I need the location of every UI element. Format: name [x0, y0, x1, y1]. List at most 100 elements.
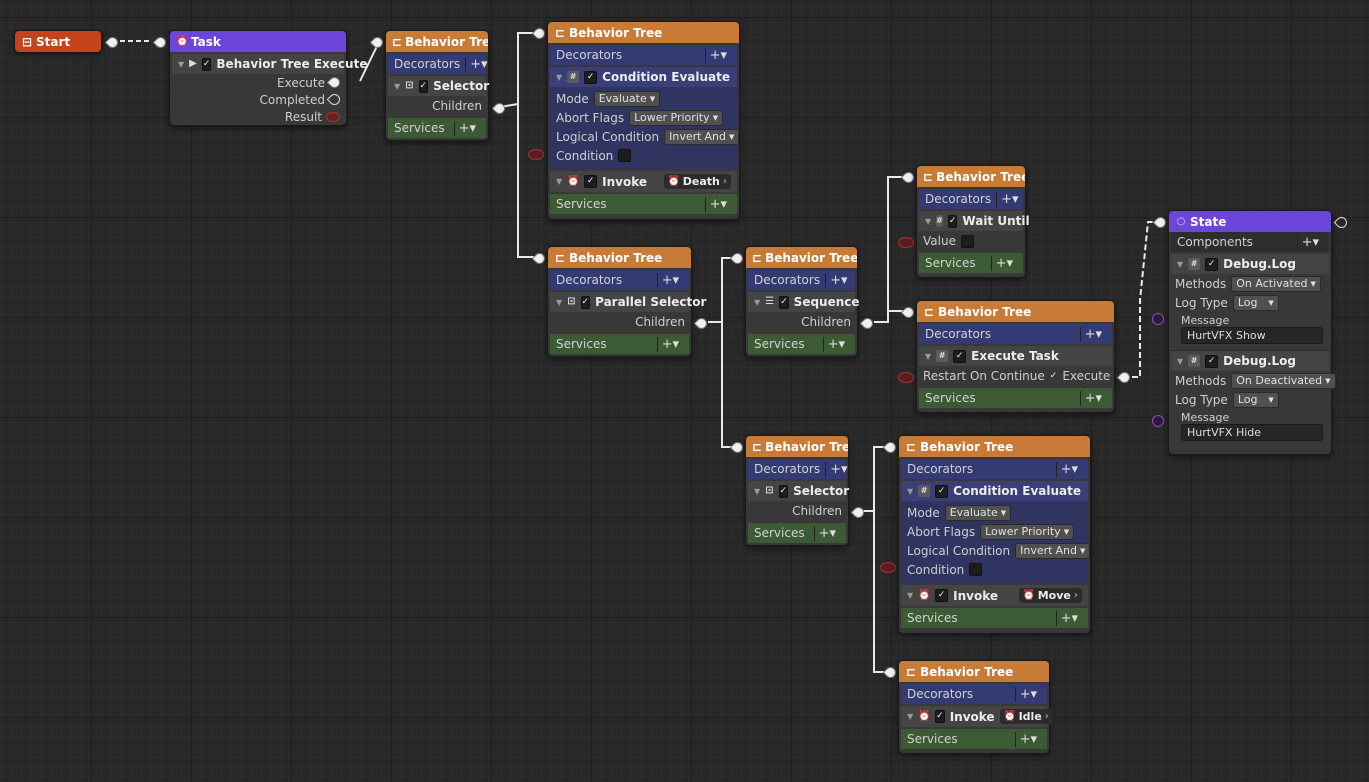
bt-selector2-node[interactable]: ⊏ Behavior Tree Decorators +▾ ▼ ⊡ ✓ Sele…: [745, 435, 849, 546]
mode-dropdown[interactable]: Evaluate ▼: [593, 90, 661, 107]
log-type-dropdown[interactable]: Log ▼: [1232, 294, 1279, 311]
collapse-triangle-icon[interactable]: ▼: [907, 591, 913, 600]
enabled-checkbox[interactable]: ✓: [778, 484, 789, 498]
add-decorator-button[interactable]: +▾: [465, 56, 491, 72]
children-out-port[interactable]: [859, 315, 876, 332]
add-service-button[interactable]: +▾: [822, 336, 849, 352]
bt-parallel-node[interactable]: ⊏ Behavior Tree Decorators +▾ ▼ ⊡ ✓ Para…: [547, 246, 706, 357]
condition-checkbox[interactable]: [969, 563, 983, 576]
bt6-in-port[interactable]: [900, 304, 917, 321]
result-port[interactable]: [326, 111, 340, 122]
invoke-row[interactable]: ▼ ⏰ ✓ Invoke ⏰ Move ›: [901, 585, 1088, 606]
children-out-port[interactable]: [850, 504, 867, 521]
enabled-checkbox[interactable]: ✓: [584, 70, 598, 84]
bt3-in-port[interactable]: [531, 250, 548, 267]
condition-header-row[interactable]: ▼ # ✓ Condition Evaluate: [901, 481, 1088, 501]
component2-header[interactable]: ▼ # ✓ Debug.Log: [1171, 350, 1329, 371]
add-service-button[interactable]: +▾: [813, 525, 840, 541]
bt-condition2-node[interactable]: ⊏ Behavior Tree Decorators +▾ ▼ # ✓ Cond…: [898, 435, 1091, 634]
enabled-checkbox[interactable]: ✓: [953, 349, 967, 363]
add-component-button[interactable]: +▾: [1296, 234, 1323, 250]
condition-checkbox[interactable]: [618, 149, 632, 162]
enabled-checkbox[interactable]: ✓: [1205, 257, 1219, 271]
add-service-button[interactable]: +▾: [1055, 610, 1082, 626]
completed-port[interactable]: [326, 91, 343, 108]
collapse-triangle-icon[interactable]: ▼: [907, 712, 913, 721]
state-out-port[interactable]: [1333, 214, 1350, 231]
task-item-row[interactable]: ▼ ▶ ✓ Behavior Tree Execute: [172, 54, 367, 74]
children-out-port[interactable]: [491, 100, 508, 117]
collapse-triangle-icon[interactable]: ▼: [556, 177, 562, 186]
collapse-triangle-icon[interactable]: ▼: [925, 217, 931, 226]
bt2-result-port[interactable]: [528, 149, 544, 160]
collapse-triangle-icon[interactable]: ▼: [394, 82, 400, 91]
task-node[interactable]: ⏰ Task ▼ ▶ ✓ Behavior Tree Execute Execu…: [169, 30, 367, 126]
collapse-triangle-icon[interactable]: ▼: [754, 298, 760, 307]
bt9-in-port[interactable]: [882, 664, 899, 681]
add-service-button[interactable]: +▾: [1014, 731, 1041, 747]
task-in-port[interactable]: [152, 34, 169, 51]
add-decorator-button[interactable]: +▾: [825, 461, 851, 477]
add-decorator-button[interactable]: +▾: [996, 191, 1022, 207]
collapse-triangle-icon[interactable]: ▼: [1177, 260, 1183, 269]
add-service-button[interactable]: +▾: [656, 336, 683, 352]
restart-checkbox[interactable]: ✓: [1050, 371, 1058, 382]
enabled-checkbox[interactable]: ✓: [418, 79, 429, 93]
invoke-target-field[interactable]: ⏰ Move ›: [1018, 588, 1082, 603]
bt8-in-port[interactable]: [882, 439, 899, 456]
enabled-checkbox[interactable]: ✓: [580, 295, 591, 309]
enabled-checkbox[interactable]: ✓: [201, 57, 212, 71]
state-link-port-1[interactable]: [1152, 313, 1164, 325]
invoke-row[interactable]: ▼ ⏰ ✓ Invoke ⏰ Death ›: [550, 171, 737, 192]
collapse-triangle-icon[interactable]: ▼: [556, 298, 562, 307]
bt5-result-port[interactable]: [898, 237, 914, 248]
bt4-in-port[interactable]: [729, 250, 746, 267]
start-out-port[interactable]: [104, 34, 121, 51]
value-checkbox[interactable]: [960, 234, 974, 248]
collapse-triangle-icon[interactable]: ▼: [1177, 357, 1183, 366]
collapse-triangle-icon[interactable]: ▼: [178, 60, 184, 69]
collapse-triangle-icon[interactable]: ▼: [754, 487, 760, 496]
enabled-checkbox[interactable]: ✓: [1205, 354, 1219, 368]
abort-flags-dropdown[interactable]: Lower Priority ▼: [980, 523, 1075, 540]
enabled-checkbox[interactable]: ✓: [935, 589, 949, 602]
composite-row[interactable]: ▼ ⊡ ✓ Selector: [388, 76, 489, 96]
bt-wait-node[interactable]: ⊏ Behavior Tree Decorators +▾ ▼ # ✓ Wait…: [916, 165, 1030, 278]
invoke-target-field[interactable]: ⏰ Death ›: [663, 174, 731, 189]
add-decorator-button[interactable]: +▾: [1014, 686, 1041, 702]
methods-dropdown[interactable]: On Activated ▼: [1231, 275, 1321, 292]
invoke-row[interactable]: ▼ ⏰ ✓ Invoke ⏰ Idle ›: [901, 706, 1053, 727]
composite-row[interactable]: ▼ ⊡ ✓ Parallel Selector: [550, 292, 706, 312]
add-decorator-button[interactable]: +▾: [825, 272, 851, 288]
bt6-result-port[interactable]: [898, 372, 914, 383]
enabled-checkbox[interactable]: ✓: [947, 214, 958, 228]
add-service-button[interactable]: +▾: [990, 255, 1017, 271]
add-service-button[interactable]: +▾: [453, 120, 480, 136]
message-field[interactable]: HurtVFX Show: [1181, 327, 1323, 344]
bt-condition-node[interactable]: ⊏ Behavior Tree Decorators +▾ ▼ # ✓ Cond…: [547, 21, 740, 220]
composite-row[interactable]: ▼ ⊡ ✓ Selector: [748, 481, 849, 501]
bt1-in-port[interactable]: [369, 34, 386, 51]
execute-task-row[interactable]: ▼ # ✓ Execute Task: [919, 346, 1112, 366]
methods-dropdown[interactable]: On Deactivated ▼: [1231, 372, 1336, 389]
add-decorator-button[interactable]: +▾: [656, 272, 683, 288]
collapse-triangle-icon[interactable]: ▼: [925, 352, 931, 361]
bt8-result-port[interactable]: [880, 562, 896, 573]
bt-sequence-node[interactable]: ⊏ Behavior Tree Decorators +▾ ▼ ☰ ✓ Sequ…: [745, 246, 860, 357]
enabled-checkbox[interactable]: ✓: [935, 484, 949, 498]
execute-port[interactable]: [326, 74, 343, 91]
state-link-port-2[interactable]: [1152, 415, 1164, 427]
bt-execute-task-node[interactable]: ⊏ Behavior Tree Decorators +▾ ▼ # ✓ Exec…: [916, 300, 1115, 413]
add-decorator-button[interactable]: +▾: [704, 47, 731, 63]
invoke-target-field[interactable]: ⏰ Idle ›: [999, 709, 1053, 724]
bt-selector-node[interactable]: ⊏ Behavior Tree Decorators +▾ ▼ ⊡ ✓ Sele…: [385, 30, 489, 141]
start-node[interactable]: ⊟ Start: [14, 30, 102, 52]
bt7-in-port[interactable]: [729, 439, 746, 456]
log-type-dropdown[interactable]: Log ▼: [1232, 391, 1279, 408]
state-in-port[interactable]: [1152, 214, 1169, 231]
bt5-in-port[interactable]: [900, 169, 917, 186]
state-node[interactable]: ○ State Components +▾ ▼ # ✓ Debug.Log Me…: [1168, 210, 1336, 455]
bt-invoke-idle-node[interactable]: ⊏ Behavior Tree Decorators +▾ ▼ ⏰ ✓ Invo…: [898, 660, 1053, 754]
collapse-triangle-icon[interactable]: ▼: [556, 73, 562, 82]
add-service-button[interactable]: +▾: [1079, 390, 1106, 406]
